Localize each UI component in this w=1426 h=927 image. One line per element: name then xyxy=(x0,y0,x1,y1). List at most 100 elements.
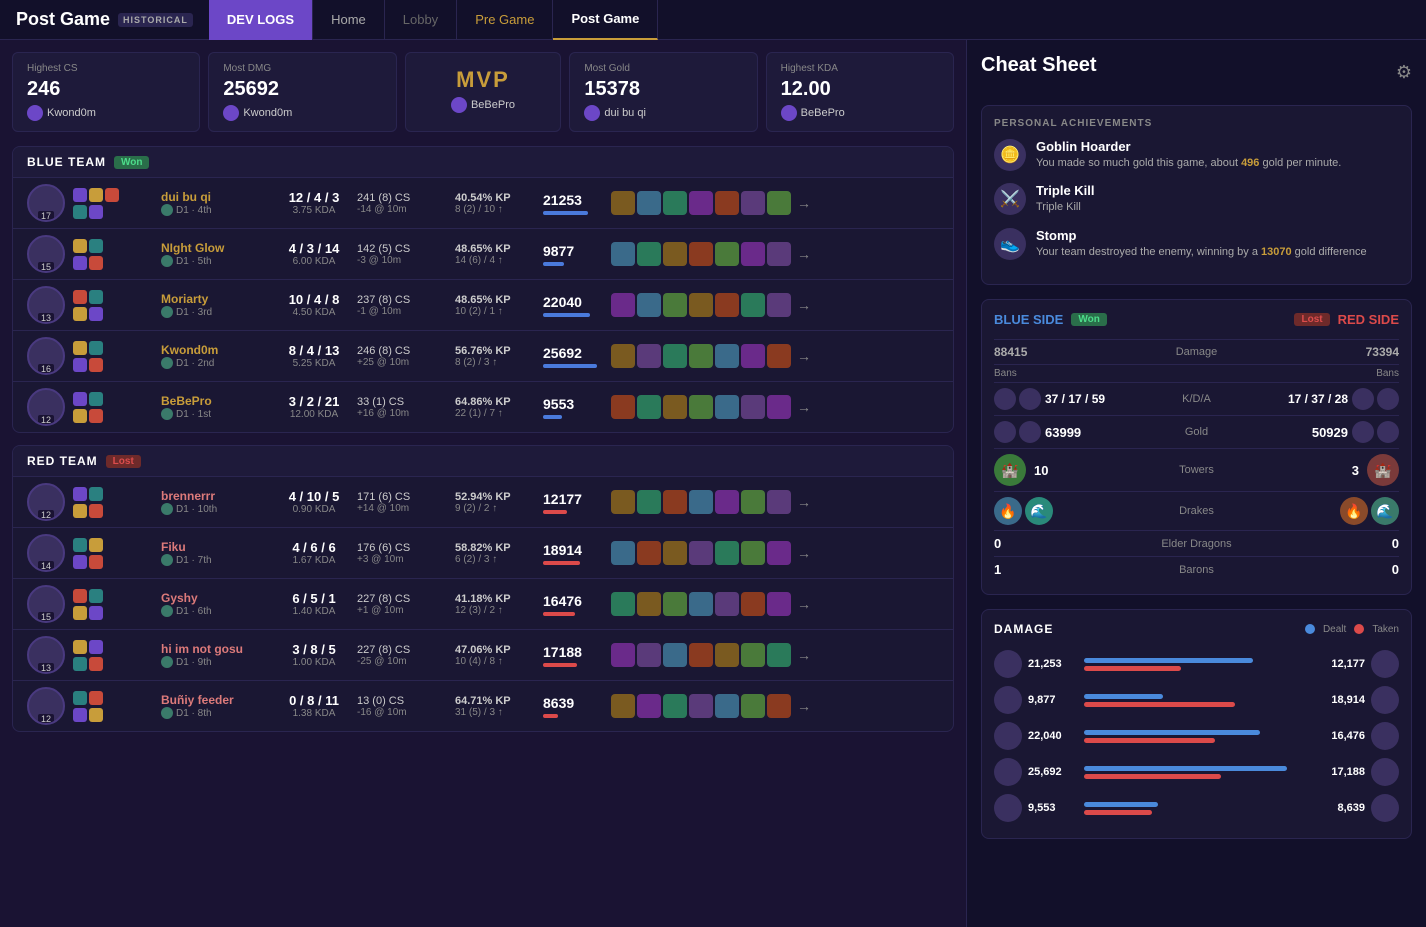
red-side-result: Lost xyxy=(1294,313,1329,326)
player-rank: D1 · 1st xyxy=(161,408,271,420)
expand-button[interactable]: → xyxy=(793,596,815,612)
mini-icon xyxy=(89,606,103,620)
item-icon xyxy=(767,242,791,266)
player-icon-cs xyxy=(27,105,43,121)
stat-value-dmg: 25692 xyxy=(223,78,381,101)
expand-button[interactable]: → xyxy=(793,195,815,211)
player-icons-col xyxy=(73,188,153,219)
player-icons-col xyxy=(73,239,153,270)
avatar: 16 xyxy=(27,337,65,375)
mini-icon xyxy=(73,392,87,406)
comp-kda-blue-val: 37 / 17 / 59 xyxy=(1045,392,1135,406)
stat-label-cs: Highest CS xyxy=(27,63,185,74)
player-kp: 58.82% KP 6 (2) / 3 ↑ xyxy=(455,542,535,565)
expand-button[interactable]: → xyxy=(793,545,815,561)
table-row: 12 BeBePro D1 · 1st 3 / 2 / xyxy=(13,381,953,432)
item-icon xyxy=(611,592,635,616)
player-icon-dmg xyxy=(223,105,239,121)
item-icon xyxy=(637,395,661,419)
item-icon xyxy=(611,395,635,419)
avatar: 12 xyxy=(27,388,65,426)
mini-icon xyxy=(73,487,87,501)
comp-row-kda: 37 / 17 / 59 K/D/A 17 / 37 / 28 xyxy=(994,382,1399,415)
mini-icons-bottom xyxy=(73,307,153,321)
ach-desc: You made so much gold this game, about 4… xyxy=(1036,156,1341,171)
mini-icon xyxy=(73,205,87,219)
item-icon xyxy=(637,643,661,667)
settings-icon[interactable]: ⚙ xyxy=(1396,62,1412,83)
player-kda: 0 / 8 / 11 1.38 KDA xyxy=(279,693,349,719)
player-items: → xyxy=(611,592,939,616)
player-items: → xyxy=(611,344,939,368)
player-items: → xyxy=(611,643,939,667)
mvp-label: MVP xyxy=(420,67,547,93)
mini-icon xyxy=(73,640,87,654)
stat-card-highest-cs: Highest CS 246 Kwond0m xyxy=(12,52,200,132)
expand-button[interactable]: → xyxy=(793,647,815,663)
comp-row-bans-label: Bans Bans xyxy=(994,364,1399,382)
dmg-bar-taken xyxy=(1084,666,1181,671)
lobby-button[interactable]: Lobby xyxy=(385,0,457,40)
player-cs: 142 (5) CS -3 @ 10m xyxy=(357,243,447,266)
expand-button[interactable]: → xyxy=(793,698,815,714)
dmg-val-blue: 25,692 xyxy=(1028,766,1078,778)
expand-button[interactable]: → xyxy=(793,246,815,262)
top-navigation: Post Game HISTORICAL DEV LOGS Home Lobby… xyxy=(0,0,1426,40)
item-icon xyxy=(741,191,765,215)
mini-icon xyxy=(89,358,103,372)
expand-button[interactable]: → xyxy=(793,494,815,510)
player-icons-col xyxy=(73,538,153,569)
comp-icon xyxy=(1352,421,1374,443)
item-group xyxy=(611,694,791,718)
table-row: 12 Buñiy feeder D1 · 8th 0 / xyxy=(13,680,953,731)
stat-player-mvp: BeBePro xyxy=(420,97,547,113)
dmg-bar-taken xyxy=(1084,774,1221,779)
expand-button[interactable]: → xyxy=(793,399,815,415)
kp-bottom: 6 (2) / 3 ↑ xyxy=(455,554,535,565)
rank-icon xyxy=(161,255,173,267)
postgame-button[interactable]: Post Game xyxy=(553,0,658,40)
avatar: 15 xyxy=(27,585,65,623)
expand-button[interactable]: → xyxy=(793,297,815,313)
comp-row-elder: 0 Elder Dragons 0 xyxy=(994,530,1399,556)
comp-barons-blue-val: 1 xyxy=(994,562,1024,577)
comp-bans-red: 73394 xyxy=(1309,345,1399,359)
player-name: dui bu qi xyxy=(161,190,271,204)
item-group xyxy=(611,191,791,215)
expand-button[interactable]: → xyxy=(793,348,815,364)
comp-elder-red-val: 0 xyxy=(1369,536,1399,551)
player-icons-col xyxy=(73,691,153,722)
item-icon xyxy=(767,694,791,718)
player-rank: D1 · 2nd xyxy=(161,357,271,369)
kda-score: 12 / 4 / 3 xyxy=(279,190,349,205)
page-title-group: Post Game HISTORICAL xyxy=(0,9,209,30)
item-icon xyxy=(663,344,687,368)
dev-logs-button[interactable]: DEV LOGS xyxy=(209,0,313,40)
main-layout: Highest CS 246 Kwond0m Most DMG 25692 Kw… xyxy=(0,40,1426,927)
player-info: brennerrr D1 · 10th xyxy=(161,489,271,515)
item-icon xyxy=(637,344,661,368)
item-icon xyxy=(689,191,713,215)
rank-icon xyxy=(161,707,173,719)
blue-side-label: BLUE SIDE xyxy=(994,312,1063,327)
comp-kda-blue-icons xyxy=(994,388,1041,410)
player-cs: 33 (1) CS +16 @ 10m xyxy=(357,396,447,419)
item-icon xyxy=(611,541,635,565)
pregame-button[interactable]: Pre Game xyxy=(457,0,553,40)
home-button[interactable]: Home xyxy=(313,0,385,40)
mini-icon xyxy=(89,307,103,321)
item-icon xyxy=(715,242,739,266)
damage-title: DAMAGE xyxy=(994,622,1053,636)
player-kda: 4 / 3 / 14 6.00 KDA xyxy=(279,241,349,267)
dmg-bar-dealt xyxy=(1084,658,1253,663)
mini-icons-bottom xyxy=(73,409,153,423)
ach-highlight: 13070 xyxy=(1261,246,1292,258)
comp-row-bans: 88415 Damage 73394 xyxy=(994,339,1399,364)
kda-score: 0 / 8 / 11 xyxy=(279,693,349,708)
avatar-level: 13 xyxy=(38,313,54,323)
gold-value: 17188 xyxy=(543,644,603,660)
mini-icons-top xyxy=(73,538,153,552)
player-kda: 3 / 8 / 5 1.00 KDA xyxy=(279,642,349,668)
item-icon xyxy=(767,191,791,215)
player-kp: 52.94% KP 9 (2) / 2 ↑ xyxy=(455,491,535,514)
